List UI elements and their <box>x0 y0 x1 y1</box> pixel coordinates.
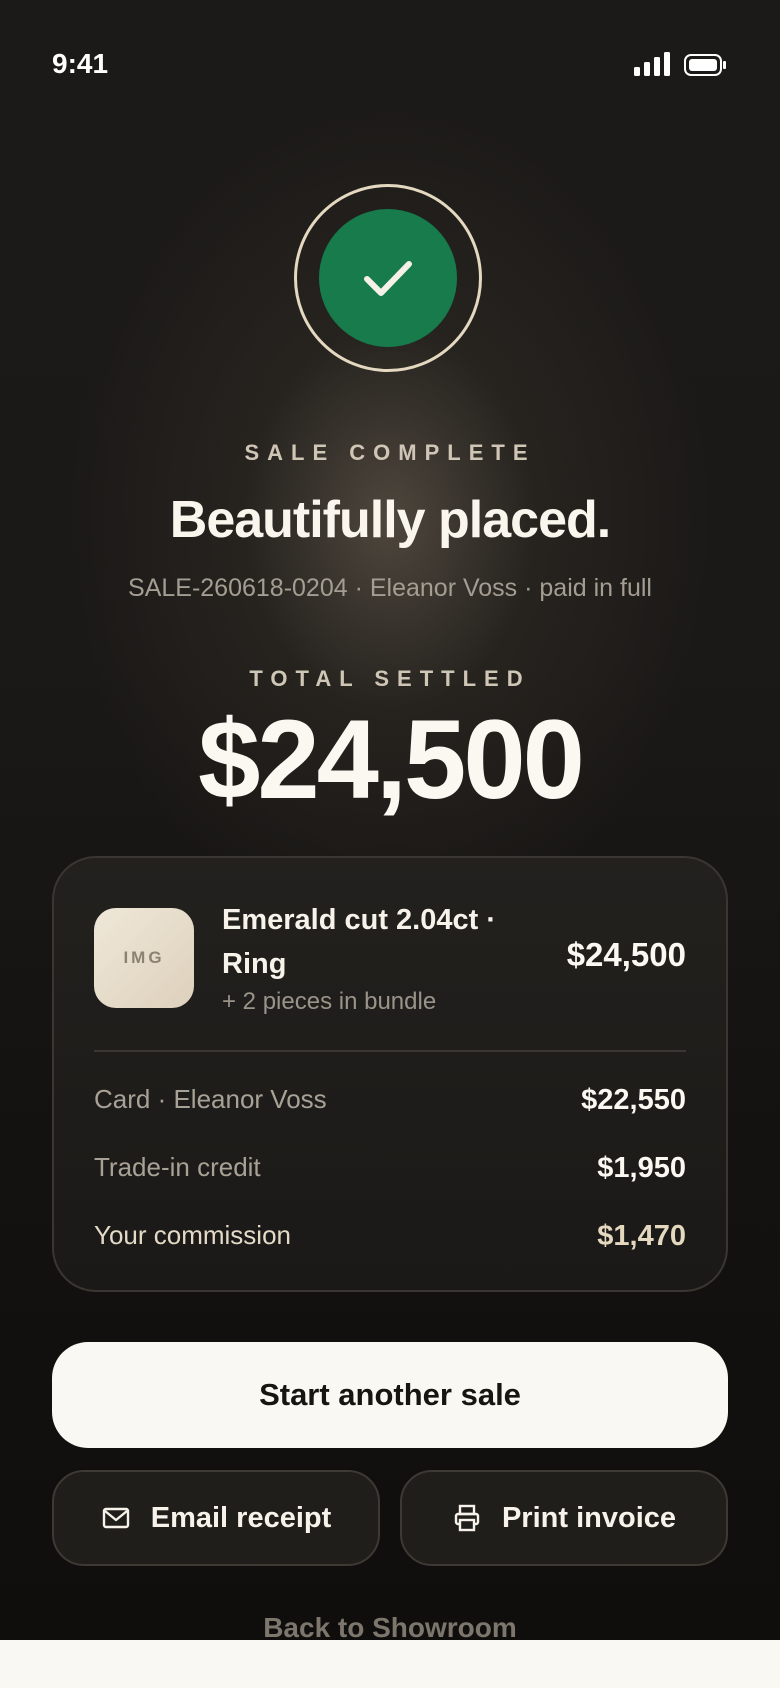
sale-summary-card: IMG Emerald cut 2.04ct · Ring + 2 pieces… <box>52 856 728 1292</box>
row-value: $1,950 <box>597 1152 686 1184</box>
email-receipt-label: Email receipt <box>150 1501 332 1534</box>
success-badge <box>294 184 482 372</box>
total-label: TOTAL SETTLED <box>249 666 531 691</box>
card-divider <box>94 1050 686 1052</box>
envelope-icon <box>102 1507 129 1529</box>
printer-icon <box>454 1504 480 1532</box>
payment-row-trade-in: Trade-in credit $1,950 <box>94 1152 686 1192</box>
bundle-note: + 2 pieces in bundle <box>222 988 437 1015</box>
item-thumbnail: IMG <box>94 908 194 1008</box>
print-invoice-label: Print invoice <box>501 1501 677 1534</box>
row-value: $22,550 <box>581 1084 686 1116</box>
payment-row-card: Card · Eleanor Voss $22,550 <box>94 1084 686 1124</box>
status-time: 9:41 <box>52 48 109 79</box>
item-name: Emerald cut 2.04ct · Ring <box>222 904 496 980</box>
sale-status-eyebrow: SALE COMPLETE <box>244 440 536 465</box>
row-label: Card · Eleanor Voss <box>94 1084 327 1114</box>
back-to-showroom-link[interactable]: Back to Showroom <box>0 1612 780 1640</box>
bottom-sheet-edge <box>0 1640 780 1688</box>
sale-complete-screen: 9:41 SALE COMPLETE Beautifully placed. S… <box>0 0 780 1640</box>
total-amount: $24,500 <box>198 697 585 822</box>
print-invoice-button[interactable]: Print invoice <box>400 1470 728 1566</box>
row-label: Trade-in credit <box>94 1152 261 1182</box>
payment-row-commission: Your commission $1,470 <box>94 1220 686 1260</box>
item-price: $24,500 <box>566 936 686 973</box>
sale-reference: SALE-260618-0204 · Eleanor Voss · paid i… <box>128 574 652 602</box>
row-label: Your commission <box>94 1220 292 1250</box>
start-another-sale-button[interactable]: Start another sale <box>52 1342 728 1448</box>
cellular-signal-icon <box>634 52 670 76</box>
row-value: $1,470 <box>597 1220 686 1252</box>
checkmark-icon <box>364 261 412 296</box>
success-badge-fill <box>319 209 457 347</box>
email-receipt-button[interactable]: Email receipt <box>52 1470 380 1566</box>
battery-full-icon <box>684 54 726 76</box>
page-title: Beautifully placed. <box>169 491 611 549</box>
